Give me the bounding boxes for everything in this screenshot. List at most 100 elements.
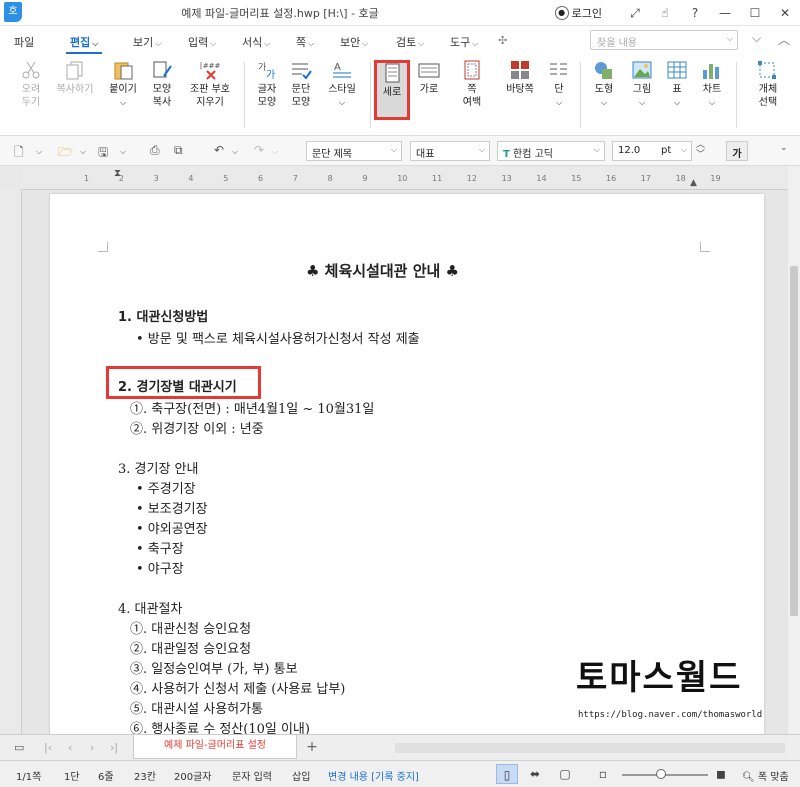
print-preview-icon[interactable]: ⧉ <box>174 143 183 158</box>
style-value-dropdown[interactable]: 대표 ⌵ <box>410 141 490 161</box>
zoom-out-icon[interactable]: ▫ <box>592 764 614 784</box>
horizontal-ruler[interactable]: ⧗ ▲ 1 2 3 4 5 6 7 8 9 10 11 12 13 14 15 16 17 18 19 <box>22 166 788 190</box>
status-track-changes[interactable]: 변경 내용 [기록 중지] <box>328 768 419 783</box>
document-page[interactable]: ♣ 체육시설대관 안내 ♣ 1. 대관신청방법 • 방문 및 팩스로 체육시설사… <box>50 194 764 734</box>
para-shape-button[interactable]: 문단 모양 <box>284 60 318 109</box>
font-size-input[interactable]: 12.0 pt ⌵ <box>612 141 692 161</box>
full-view-icon[interactable]: ▢ <box>554 764 576 784</box>
first-tab-icon[interactable]: |‹ <box>44 741 52 754</box>
menu-page[interactable]: 쪽 ⌵ <box>296 34 314 50</box>
document-area[interactable]: ♣ 체육시설대관 안내 ♣ 1. 대관신청방법 • 방문 및 팩스로 체육시설사… <box>22 190 788 734</box>
highlight-box <box>106 366 261 399</box>
prev-tab-icon[interactable]: ‹ <box>68 741 72 754</box>
ruler-tick: 2 <box>118 174 124 183</box>
chevron-down-icon[interactable]: ⌵ <box>272 147 278 157</box>
menu-format[interactable]: 서식 ⌵ <box>242 34 270 50</box>
addon-icon[interactable]: ✣ <box>498 34 507 47</box>
right-indent-marker-icon[interactable]: ▲ <box>690 178 697 188</box>
normal-view-icon[interactable]: ▯ <box>496 764 518 784</box>
font-dropdown[interactable]: T 한컴 고딕 ⌵ <box>497 141 605 161</box>
status-insert[interactable]: 삽입 <box>292 768 310 783</box>
font-type-icon: T <box>503 149 510 160</box>
size-stepper[interactable]: ︿ ﹀ <box>696 140 705 160</box>
search-input[interactable]: 찾을 내용 ⌵ <box>590 30 738 50</box>
menu-tools[interactable]: 도구 ⌵ <box>450 34 478 50</box>
shape-copy-button[interactable]: 모양 복사 <box>144 60 180 109</box>
expand-icon[interactable]: ⤢ <box>620 0 650 26</box>
next-tab-icon[interactable]: › <box>90 741 94 754</box>
svg-text:[###]: [###] <box>200 62 221 70</box>
table-button[interactable]: 표 ⌵ <box>662 60 692 109</box>
open-folder-icon[interactable]: 🗁 <box>58 143 73 164</box>
menu-security[interactable]: 보안 ⌵ <box>340 34 368 50</box>
chevron-down-icon[interactable]: ⌵ <box>80 147 86 157</box>
redo-icon[interactable]: ↷ <box>254 143 264 157</box>
divider <box>244 62 245 128</box>
background-page-button[interactable]: 바탕쪽 <box>500 60 540 96</box>
menu-edit[interactable]: 편집 ⌵ <box>65 34 103 54</box>
object-select-button[interactable]: 개체 선택 <box>752 60 784 109</box>
scrollbar-thumb[interactable] <box>790 266 798 616</box>
zoom-slider-thumb[interactable] <box>656 769 666 779</box>
status-page[interactable]: 1/1쪽 <box>16 768 41 783</box>
clear-code-icon: [###] <box>200 62 221 80</box>
chevron-down-icon[interactable]: ⌵ <box>752 31 761 46</box>
search-placeholder: 찾을 내용 <box>597 38 637 49</box>
hand-icon[interactable]: ☝ <box>650 0 680 26</box>
undo-icon[interactable]: ↶ <box>214 143 224 157</box>
paste-button[interactable]: 붙이기 ⌵ <box>104 60 142 109</box>
char-shape-button[interactable]: 가가 글자 모양 <box>250 60 284 109</box>
tab-list-icon[interactable]: ▭ <box>14 741 24 754</box>
save-icon[interactable]: 🖫 <box>98 143 108 164</box>
picture-button[interactable]: 그림 ⌵ <box>626 60 658 109</box>
vertical-scrollbar[interactable] <box>788 166 800 734</box>
style-button[interactable]: A 스타일 ⌵ <box>320 60 364 109</box>
ruler-tick: 5 <box>223 174 229 183</box>
collapse-ribbon-icon[interactable]: ︿ <box>778 31 790 48</box>
vertical-ruler[interactable] <box>0 190 22 734</box>
add-tab-button[interactable]: + <box>302 739 322 757</box>
clear-codes-button[interactable]: [###] 조판 부호 지우기 <box>182 60 238 109</box>
help-icon[interactable]: ? <box>680 0 710 26</box>
menu-insert[interactable]: 입력 ⌵ <box>188 34 216 50</box>
zoom-in-icon[interactable]: ◼ <box>710 764 732 784</box>
maximize-button[interactable]: ☐ <box>740 0 770 26</box>
list-item: • 축구장 <box>136 542 184 557</box>
list-item: • 보조경기장 <box>136 502 208 517</box>
last-tab-icon[interactable]: ›| <box>110 741 118 754</box>
status-column: 1단 <box>64 772 80 783</box>
margin-corner <box>700 242 710 252</box>
close-button[interactable]: ✕ <box>770 0 800 26</box>
shape-button[interactable]: 도형 ⌵ <box>588 60 620 109</box>
title-bar-controls: ● 로그인 ⤢ ☝ ? — ☐ ✕ <box>554 0 800 26</box>
status-input-mode[interactable]: 문자 입력 <box>232 768 272 783</box>
chevron-down-icon: ⌵ <box>308 39 315 48</box>
new-document-icon[interactable]: 🗋 <box>14 143 24 164</box>
landscape-button[interactable]: 가로 <box>412 60 446 96</box>
zoom-fit[interactable]: 🔍︎ 폭 맞춤 <box>742 768 789 783</box>
chevron-down-icon[interactable]: ⌵ <box>232 147 238 157</box>
minimize-button[interactable]: — <box>710 0 740 26</box>
portrait-button[interactable]: 세로 <box>374 60 410 120</box>
cut-button[interactable]: 오려 두기 <box>10 60 52 109</box>
ruler-tick: 17 <box>640 174 651 183</box>
print-icon[interactable]: ⎙ <box>150 143 160 158</box>
tab-document[interactable]: 예제 파일-글머리표 설정 <box>133 735 297 759</box>
horizontal-scrollbar[interactable] <box>395 743 785 753</box>
menu-view[interactable]: 보기 ⌵ <box>133 34 161 50</box>
divider <box>736 62 737 128</box>
menu-review[interactable]: 검토 ⌵ <box>396 34 424 50</box>
menu-file[interactable]: 파일 <box>14 34 34 50</box>
copy-button[interactable]: 복사하기 <box>50 60 100 96</box>
font-preview-button[interactable]: 가 <box>726 141 748 161</box>
style-dropdown[interactable]: 문단 제목 ⌵ <box>306 141 402 161</box>
page-view-icon[interactable]: ⬌ <box>524 764 546 784</box>
chevron-down-icon[interactable]: ⌵ <box>36 147 42 157</box>
more-options-icon[interactable]: ⌄ <box>780 143 788 153</box>
page-margin-button[interactable]: 쪽 여백 <box>452 60 492 109</box>
login-button[interactable]: ● 로그인 <box>554 5 602 21</box>
columns-button[interactable]: 단 ⌵ <box>546 60 572 109</box>
chevron-down-icon[interactable]: ⌵ <box>120 147 126 157</box>
chart-button[interactable]: 차트 ⌵ <box>696 60 728 109</box>
watermark-text: 토마스월드 <box>576 658 743 698</box>
